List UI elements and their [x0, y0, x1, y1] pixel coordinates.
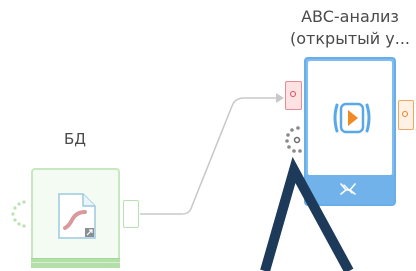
cursor-arrow-icon — [260, 156, 354, 271]
workflow-canvas[interactable]: БД ABC-анализ (открытый у... — [0, 0, 416, 271]
